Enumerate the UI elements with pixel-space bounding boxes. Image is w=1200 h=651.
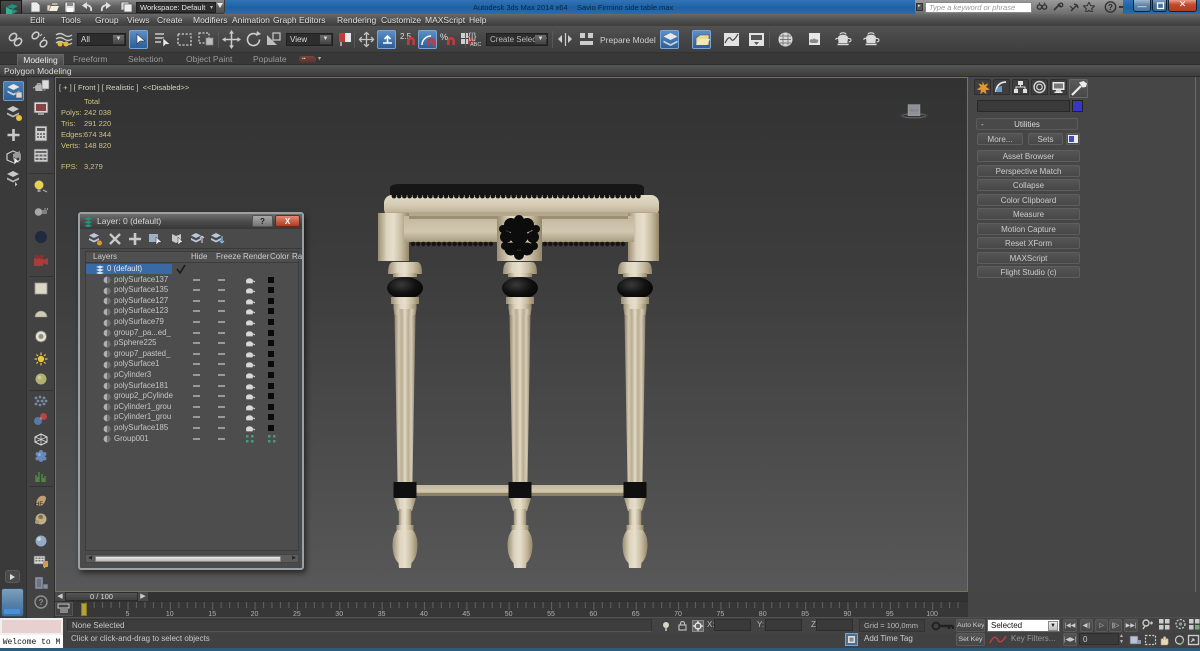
svg-text:ABC: ABC: [470, 42, 481, 48]
svg-text:?: ?: [39, 598, 44, 607]
svg-text:?: ?: [1108, 3, 1113, 12]
svg-text:{|}: {|}: [468, 31, 476, 41]
svg-text:HF: HF: [35, 502, 43, 508]
svg-text:FRONT: FRONT: [910, 108, 919, 112]
svg-text:%: %: [440, 32, 448, 42]
